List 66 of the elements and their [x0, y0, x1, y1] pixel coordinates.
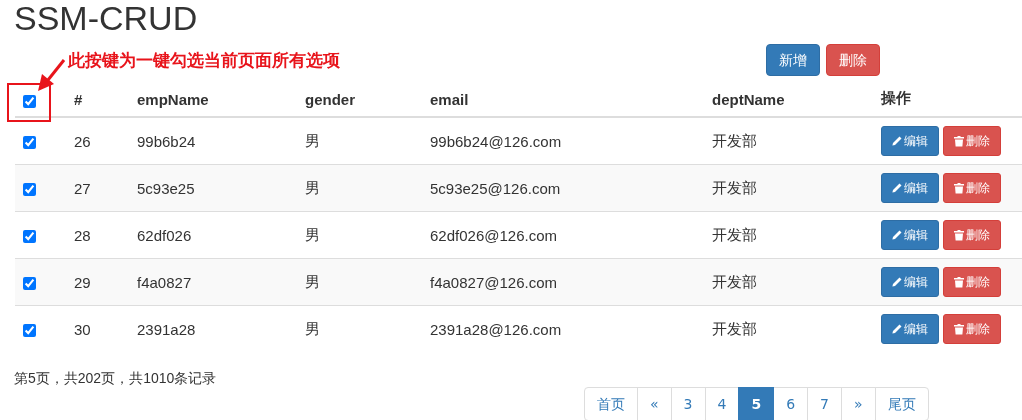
delete-button[interactable]: 删除 — [943, 314, 1001, 344]
edit-button[interactable]: 编辑 — [881, 267, 939, 297]
column-header: email — [430, 91, 469, 108]
row-checkbox[interactable] — [23, 230, 36, 244]
pencil-icon — [891, 276, 903, 288]
table-cell: 开发部 — [712, 272, 757, 290]
trash-icon — [953, 276, 965, 288]
table-cell: 男 — [305, 272, 320, 290]
edit-button[interactable]: 编辑 — [881, 173, 939, 203]
table-cell: 2391a28 — [137, 320, 196, 338]
edit-button[interactable]: 编辑 — [881, 314, 939, 344]
table-cell: 28 — [74, 226, 91, 244]
column-header: # — [74, 91, 83, 108]
delete-button[interactable]: 删除 — [943, 267, 1001, 297]
table-cell: 27 — [74, 179, 91, 197]
table-cell: 62df026 — [137, 226, 192, 244]
delete-button[interactable]: 删除 — [943, 173, 1001, 203]
column-header: gender — [305, 91, 355, 108]
page-link[interactable]: 5 — [738, 387, 775, 420]
table-cell: 开发部 — [712, 319, 757, 337]
table-cell: f4a0827@126.com — [430, 273, 557, 291]
page-info: 第5页，共202页，共1010条记录 — [13, 369, 217, 388]
select-all-checkbox[interactable] — [23, 94, 36, 108]
table-cell: 99b6b24 — [137, 132, 196, 150]
table-cell: 30 — [74, 320, 91, 338]
page-link[interactable]: 尾页 — [874, 387, 929, 420]
trash-icon — [953, 229, 965, 241]
pencil-icon — [891, 229, 903, 241]
edit-button[interactable]: 编辑 — [881, 126, 939, 156]
pencil-icon — [891, 182, 903, 194]
column-header: deptName — [712, 91, 785, 108]
row-checkbox[interactable] — [23, 277, 36, 291]
table-cell: 29 — [74, 273, 91, 291]
table-cell: 男 — [305, 131, 320, 149]
table-cell: 99b6b24@126.com — [430, 132, 562, 150]
delete-button[interactable]: 删除 — [826, 44, 880, 76]
table-cell: 开发部 — [712, 178, 757, 196]
annotation-text: 此按键为一键勾选当前页面所有选项 — [68, 50, 340, 72]
annotation-arrow — [36, 58, 66, 92]
table-cell: 男 — [305, 319, 320, 337]
table-cell: 开发部 — [712, 131, 757, 149]
table-cell: 男 — [305, 225, 320, 243]
page-title: SSM-CRUD — [13, 0, 198, 39]
edit-button[interactable]: 编辑 — [881, 220, 939, 250]
trash-icon — [953, 135, 965, 147]
delete-button[interactable]: 删除 — [943, 220, 1001, 250]
table-cell: f4a0827 — [137, 273, 192, 291]
trash-icon — [953, 182, 965, 194]
delete-button[interactable]: 删除 — [943, 126, 1001, 156]
column-header: 操作 — [881, 89, 911, 106]
row-checkbox[interactable] — [23, 324, 36, 338]
table-cell: 62df026@126.com — [430, 226, 557, 244]
table-cell: 26 — [74, 132, 91, 150]
column-header: empName — [137, 91, 209, 108]
trash-icon — [953, 323, 965, 335]
table-cell: 男 — [305, 178, 320, 196]
table-cell: 5c93e25 — [137, 179, 195, 197]
page-link[interactable]: 首页 — [584, 387, 638, 420]
row-checkbox[interactable] — [23, 183, 36, 197]
table-cell: 开发部 — [712, 225, 757, 243]
pencil-icon — [891, 135, 903, 147]
table-cell: 5c93e25@126.com — [430, 179, 561, 197]
table-cell: 2391a28@126.com — [430, 320, 562, 338]
add-button[interactable]: 新增 — [766, 44, 820, 76]
row-checkbox[interactable] — [23, 136, 36, 150]
pencil-icon — [891, 323, 903, 335]
